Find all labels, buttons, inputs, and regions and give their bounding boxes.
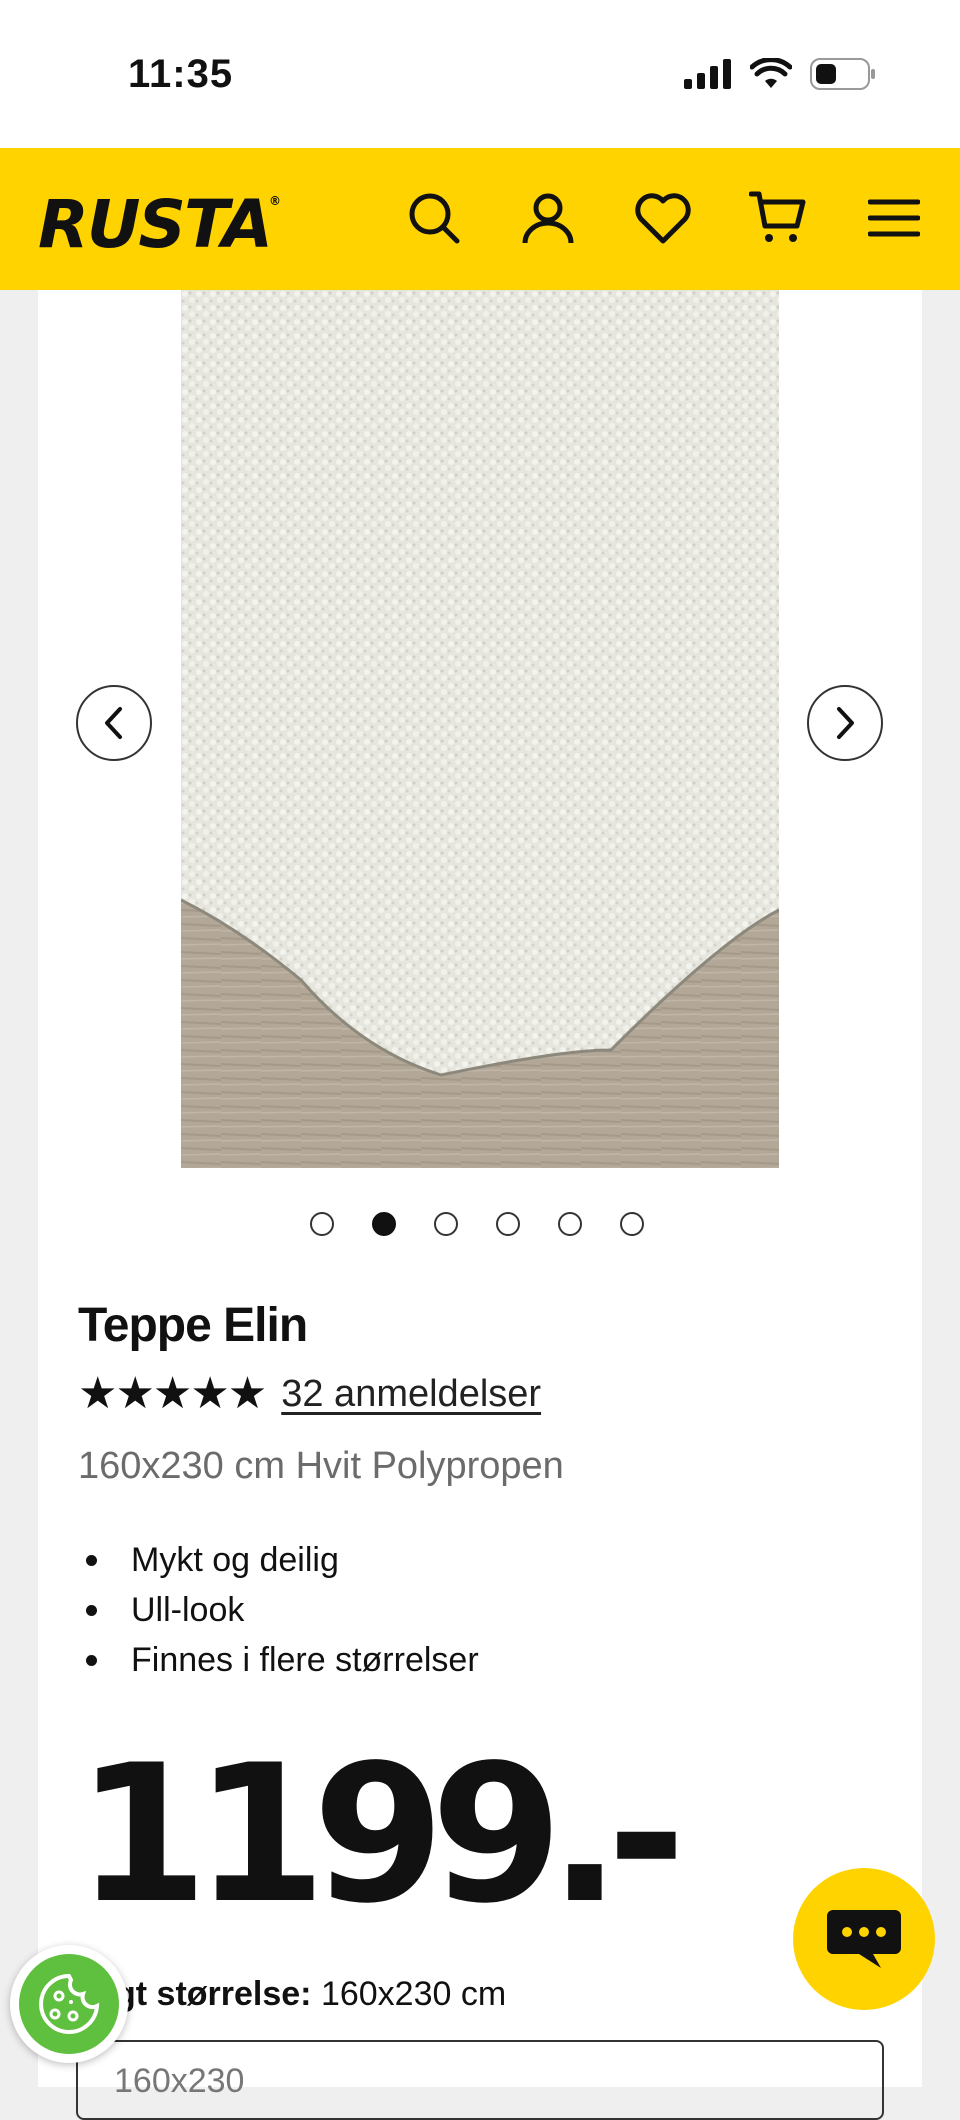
cookie-settings-button[interactable] (10, 1945, 128, 2063)
status-time: 11:35 (128, 52, 234, 96)
status-bar: 11:35 (0, 0, 960, 148)
cookie-icon (39, 1973, 100, 2034)
chevron-right-icon (837, 707, 854, 739)
list-item: Ull-look (80, 1585, 479, 1635)
product-rating: ★★★★★ 32 anmeldelser (78, 1372, 541, 1416)
heart-icon[interactable] (633, 188, 693, 248)
chat-button[interactable] (793, 1868, 935, 2010)
rusta-logo[interactable]: RUSTA ® (38, 186, 281, 263)
battery-icon (810, 58, 875, 90)
product-price: 1199.- (76, 1724, 686, 1945)
carousel-dot[interactable] (620, 1212, 644, 1236)
signal-icon (684, 59, 731, 89)
product-title: Teppe Elin (78, 1299, 308, 1352)
hamburger-menu-icon[interactable] (864, 188, 924, 248)
carousel-dots (310, 1212, 644, 1236)
carousel-dot[interactable] (310, 1212, 334, 1236)
star-rating-icon: ★★★★★ (78, 1368, 267, 1419)
carousel-dot[interactable] (558, 1212, 582, 1236)
reviews-link[interactable]: 32 anmeldelser (281, 1373, 541, 1416)
carousel-next-button[interactable] (807, 685, 883, 761)
user-icon[interactable] (518, 188, 578, 248)
site-header: RUSTA ® (0, 148, 960, 290)
cart-icon[interactable] (748, 188, 808, 248)
product-image[interactable] (181, 290, 779, 1168)
product-subtitle: 160x230 cm Hvit Polypropen (78, 1445, 564, 1487)
list-item: Finnes i flere størrelser (80, 1635, 479, 1685)
size-selection-label: gt størrelse: 160x230 cm (115, 1975, 507, 2013)
wifi-icon (750, 58, 792, 88)
carousel-dot-active[interactable] (372, 1212, 396, 1236)
list-item: Mykt og deilig (80, 1535, 479, 1585)
carousel-dot[interactable] (496, 1212, 520, 1236)
search-icon[interactable] (404, 188, 464, 248)
product-features: Mykt og deilig Ull-look Finnes i flere s… (80, 1535, 479, 1685)
status-icons (684, 58, 876, 90)
carousel-dot[interactable] (434, 1212, 458, 1236)
carousel-prev-button[interactable] (76, 685, 152, 761)
chevron-left-icon (105, 707, 122, 739)
size-select[interactable]: 160x230 (76, 2040, 884, 2120)
chat-icon (827, 1910, 901, 1968)
